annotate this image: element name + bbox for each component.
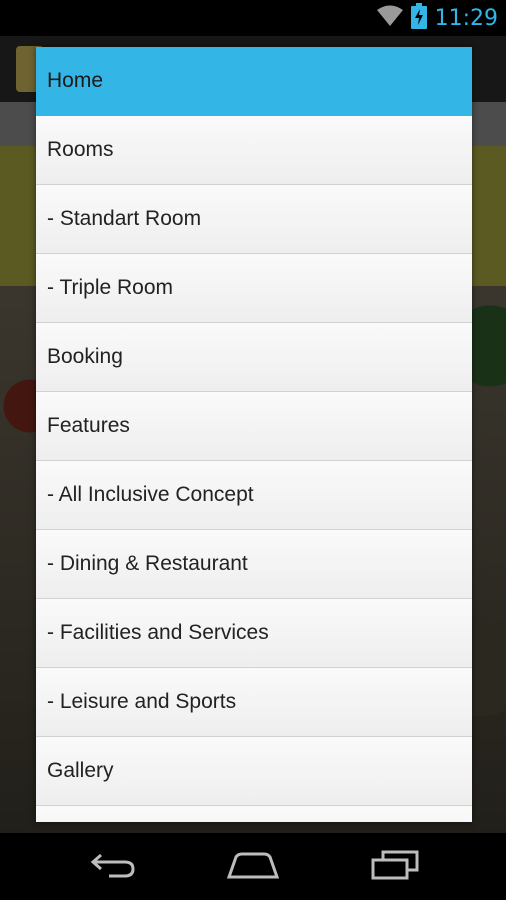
menu-item-label: - All Inclusive Concept [47, 483, 254, 506]
back-icon [89, 851, 137, 884]
recent-apps-button[interactable] [365, 847, 425, 887]
menu-item-label: - Leisure and Sports [47, 690, 237, 713]
navigation-menu: Home Rooms - Standart Room - Triple Room… [36, 47, 472, 822]
menu-item-all-inclusive-concept[interactable]: - All Inclusive Concept [36, 461, 472, 530]
menu-item-label: - Facilities and Services [47, 621, 269, 644]
home-button[interactable] [223, 847, 283, 887]
menu-item-label: Home [47, 69, 104, 92]
battery-charging-icon [410, 2, 427, 34]
menu-item-label: Features [47, 414, 130, 437]
menu-item-more[interactable] [36, 806, 472, 822]
menu-item-standart-room[interactable]: - Standart Room [36, 185, 472, 254]
menu-item-features[interactable]: Features [36, 392, 472, 461]
status-time: 11:29 [434, 5, 498, 31]
status-bar: 11:29 [0, 0, 506, 36]
menu-item-home[interactable]: Home [36, 47, 472, 116]
status-icons: 11:29 [376, 0, 498, 36]
menu-item-dining-restaurant[interactable]: - Dining & Restaurant [36, 530, 472, 599]
menu-item-label: - Dining & Restaurant [47, 552, 248, 575]
home-icon [226, 851, 280, 884]
back-button[interactable] [83, 847, 143, 887]
menu-item-label: Rooms [47, 138, 114, 161]
navigation-bar [0, 833, 506, 900]
menu-item-facilities-services[interactable]: - Facilities and Services [36, 599, 472, 668]
menu-item-rooms[interactable]: Rooms [36, 116, 472, 185]
menu-item-booking[interactable]: Booking [36, 323, 472, 392]
recent-apps-icon [369, 850, 421, 885]
screen: 11:29 Home Rooms - Standart Room - Tripl… [0, 0, 506, 900]
menu-item-leisure-sports[interactable]: - Leisure and Sports [36, 668, 472, 737]
menu-item-triple-room[interactable]: - Triple Room [36, 254, 472, 323]
menu-item-label: - Standart Room [47, 207, 202, 230]
menu-item-label: - Triple Room [47, 276, 174, 299]
menu-item-label: Booking [47, 345, 123, 368]
menu-item-gallery[interactable]: Gallery [36, 737, 472, 806]
wifi-icon [376, 5, 403, 32]
menu-item-label: Gallery [47, 759, 114, 782]
